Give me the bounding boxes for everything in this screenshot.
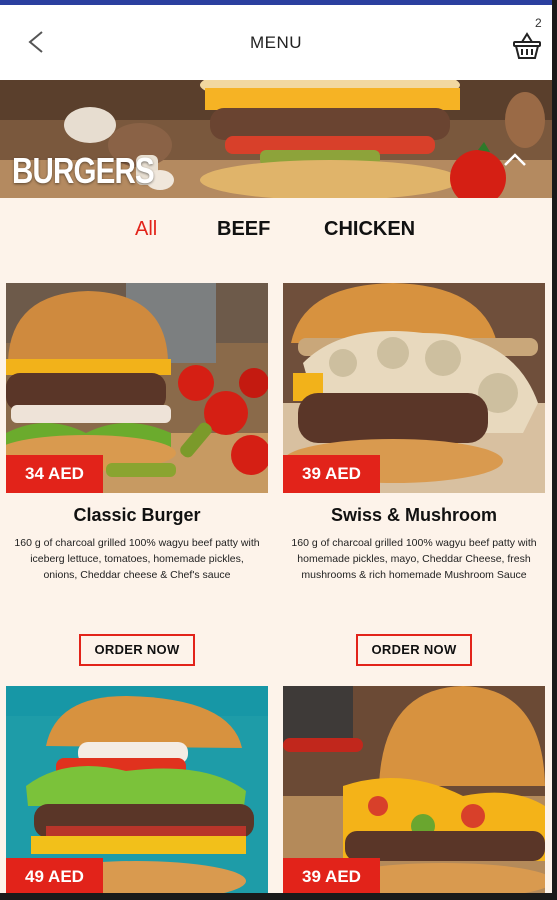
filter-tab-all[interactable]: All [135,218,157,241]
app-screen: MENU 2 BURGERS All BEEF CHICKEN 34 AED C… [0,0,552,893]
price-badge: 39 AED [283,858,380,893]
cart-count-badge: 2 [535,16,542,30]
filter-tab-beef[interactable]: BEEF [217,218,270,241]
price-badge: 34 AED [6,455,103,493]
filter-tab-chicken[interactable]: CHICKEN [324,218,415,241]
item-description: 160 g of charcoal grilled 100% wagyu bee… [291,537,537,581]
app-bar: MENU 2 [0,5,552,80]
order-now-button[interactable]: ORDER NOW [356,634,472,666]
menu-item-card[interactable]: 34 AED Classic Burger 160 g of charcoal … [6,283,268,683]
item-name: Swiss & Mushroom [330,505,498,525]
price-badge: 39 AED [283,455,380,493]
item-name: Classic Burger [73,505,201,525]
menu-item-card[interactable]: 49 AED [6,686,268,893]
category-filter-tabs: All BEEF CHICKEN [0,218,552,258]
chevron-up-icon[interactable] [500,150,530,170]
price-badge: 49 AED [6,858,103,893]
page-title: MENU [249,33,303,52]
category-title: BURGERS [12,150,155,191]
order-now-button[interactable]: ORDER NOW [79,634,195,666]
category-banner: BURGERS [0,80,552,198]
item-description: 160 g of charcoal grilled 100% wagyu bee… [14,537,260,581]
menu-item-card[interactable]: 39 AED [283,686,545,893]
menu-item-card[interactable]: 39 AED Swiss & Mushroom 160 g of charcoa… [283,283,545,683]
basket-icon[interactable] [510,29,544,63]
